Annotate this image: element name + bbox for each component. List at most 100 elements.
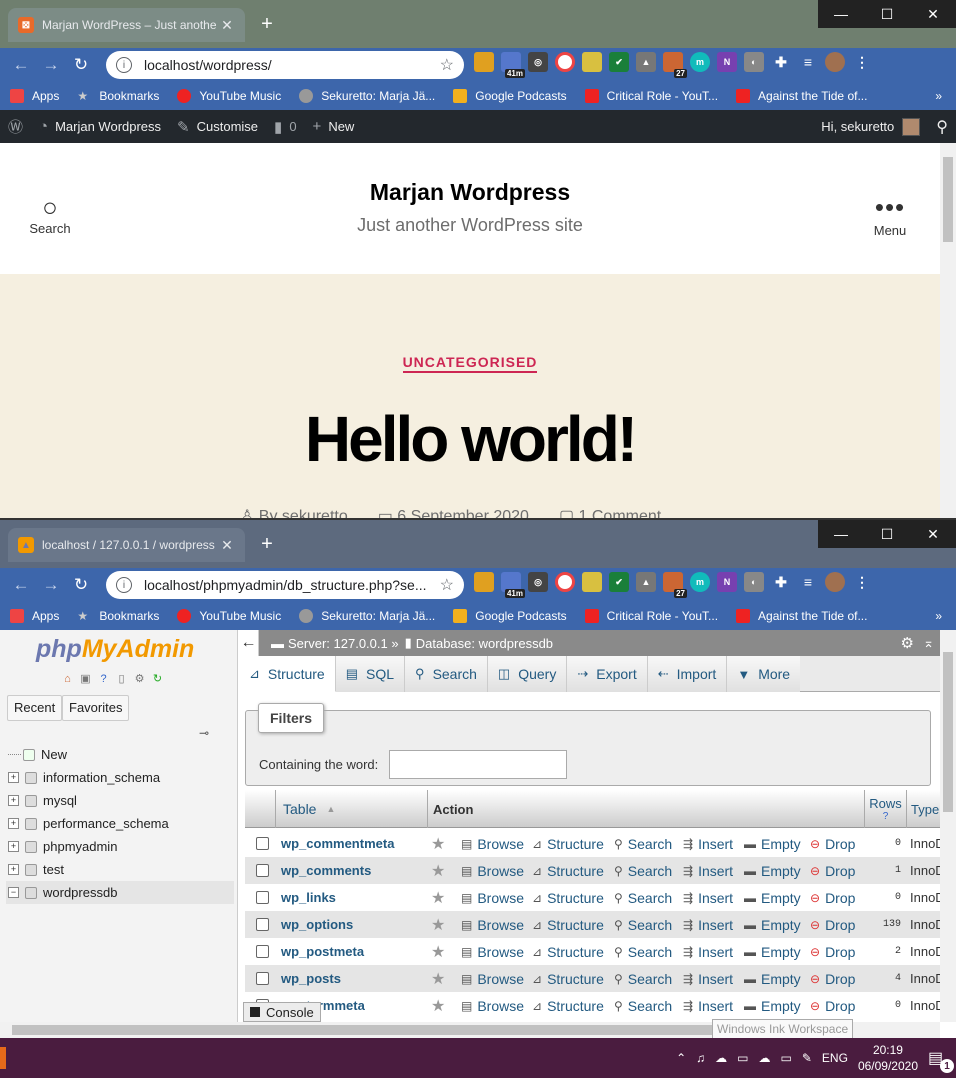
drive-extension-icon[interactable] <box>582 52 602 72</box>
home-icon[interactable]: ⌂ <box>60 671 75 686</box>
wp-menu-toggle[interactable]: ••• Menu <box>868 194 912 238</box>
expand-icon[interactable]: + <box>8 795 19 806</box>
drive-extension-icon[interactable] <box>582 572 602 592</box>
action-empty[interactable]: ▬ Empty <box>744 971 801 987</box>
action-empty[interactable]: ▬ Empty <box>744 890 801 906</box>
bookmark-star-icon[interactable]: ☆ <box>440 575 454 595</box>
row-checkbox[interactable] <box>256 972 269 985</box>
action-drop[interactable]: ⊖ Drop <box>810 944 855 960</box>
favorites-button[interactable]: Favorites <box>62 695 130 721</box>
lightbulb-extension-icon[interactable]: ◎ <box>528 572 548 592</box>
action-insert[interactable]: ⇶ Insert <box>683 971 733 987</box>
scrollbar-thumb[interactable] <box>943 157 953 242</box>
pma-logo[interactable]: phpMyAdmin <box>36 635 194 664</box>
action-browse[interactable]: ▤ Browse <box>461 971 524 987</box>
onenote-extension-icon[interactable]: N <box>717 572 737 592</box>
menu-kebab-icon[interactable]: ⋮ <box>852 572 872 592</box>
bookmark-sekuretto[interactable]: Sekuretto: Marja Jä... <box>299 89 435 103</box>
extension-icon[interactable] <box>474 572 494 592</box>
scrollbar-thumb[interactable] <box>12 1025 712 1035</box>
favorite-star-icon[interactable]: ★ <box>431 915 445 935</box>
action-browse[interactable]: ▤ Browse <box>461 944 524 960</box>
minimize-button[interactable]: — <box>818 520 864 548</box>
action-empty[interactable]: ▬ Empty <box>744 998 801 1014</box>
row-checkbox[interactable] <box>256 837 269 850</box>
favorite-star-icon[interactable]: ★ <box>431 888 445 908</box>
action-search[interactable]: ⚲ Search <box>614 917 672 933</box>
action-empty[interactable]: ▬ Empty <box>744 836 801 852</box>
favorite-star-icon[interactable]: ★ <box>431 834 445 854</box>
action-search[interactable]: ⚲ Search <box>614 890 672 906</box>
expand-icon[interactable]: + <box>8 864 19 875</box>
forward-icon[interactable]: → <box>36 55 66 75</box>
media-control-icon[interactable]: ≡ <box>798 52 818 72</box>
collapse-icon[interactable]: − <box>8 887 19 898</box>
gear-icon[interactable]: ⚙ <box>901 634 914 652</box>
console-toggle[interactable]: Console <box>243 1002 321 1022</box>
category-link[interactable]: UNCATEGORISED <box>402 354 538 373</box>
profile-avatar[interactable] <box>825 572 845 592</box>
bookmark-against-the-tide[interactable]: Against the Tide of... <box>736 89 867 103</box>
m-extension-icon[interactable]: m <box>690 572 710 592</box>
tree-item-test[interactable]: + test <box>6 858 234 881</box>
action-browse[interactable]: ▤ Browse <box>461 998 524 1014</box>
filter-input[interactable] <box>389 750 567 779</box>
info-icon[interactable]: i <box>116 57 132 73</box>
action-structure[interactable]: ⊿ Structure <box>532 836 604 852</box>
action-insert[interactable]: ⇶ Insert <box>683 998 733 1014</box>
browser-tab[interactable]: ⊠ Marjan WordPress – Just anothe ✕ <box>8 8 245 42</box>
browser-tab[interactable]: ▲ localhost / 127.0.0.1 / wordpress ✕ <box>8 528 245 562</box>
action-drop[interactable]: ⊖ Drop <box>810 971 855 987</box>
action-insert[interactable]: ⇶ Insert <box>683 863 733 879</box>
tree-item-wordpressdb[interactable]: − wordpressdb <box>6 881 234 904</box>
taskbar-app-icon[interactable] <box>0 1047 6 1069</box>
recent-button[interactable]: Recent <box>7 695 63 721</box>
col-table[interactable]: Table ▲ <box>275 790 425 828</box>
record-extension-icon[interactable] <box>555 572 575 592</box>
action-drop[interactable]: ⊖ Drop <box>810 998 855 1014</box>
address-bar[interactable]: i localhost/wordpress/ ☆ <box>106 51 464 79</box>
action-search[interactable]: ⚲ Search <box>614 836 672 852</box>
tab-query[interactable]: ◫ Query <box>487 656 568 692</box>
pen-workspace-icon[interactable]: ✎ <box>802 1051 812 1065</box>
bookmark-against-the-tide[interactable]: Against the Tide of... <box>736 609 867 623</box>
wp-customise-link[interactable]: ✎ Customise <box>169 110 266 143</box>
breadcrumb-server[interactable]: Server: 127.0.0.1 » <box>288 636 399 651</box>
help-icon[interactable]: ? <box>96 671 111 686</box>
bookmark-google-podcasts[interactable]: Google Podcasts <box>453 89 567 103</box>
info-icon[interactable]: i <box>116 577 132 593</box>
lightbulb-extension-icon[interactable]: ◎ <box>528 52 548 72</box>
action-empty[interactable]: ▬ Empty <box>744 863 801 879</box>
notification-icon[interactable]: ▤ 1 <box>928 1048 954 1073</box>
action-insert[interactable]: ⇶ Insert <box>683 836 733 852</box>
action-insert[interactable]: ⇶ Insert <box>683 944 733 960</box>
tree-item-performance-schema[interactable]: + performance_schema <box>6 812 234 835</box>
bookmark-sekuretto[interactable]: Sekuretto: Marja Jä... <box>299 609 435 623</box>
action-drop[interactable]: ⊖ Drop <box>810 917 855 933</box>
help-icon[interactable]: ? <box>883 811 889 822</box>
expand-icon[interactable]: + <box>8 818 19 829</box>
settings-icon[interactable]: ⚙ <box>132 671 147 686</box>
action-insert[interactable]: ⇶ Insert <box>683 917 733 933</box>
close-tab-icon[interactable]: ✕ <box>219 17 235 34</box>
wp-account-menu[interactable]: Hi, sekuretto <box>813 110 928 143</box>
tree-item-information-schema[interactable]: + information_schema <box>6 766 234 789</box>
close-window-button[interactable]: ✕ <box>910 520 956 548</box>
row-checkbox[interactable] <box>256 918 269 931</box>
maximize-button[interactable]: ☐ <box>864 520 910 548</box>
back-icon[interactable]: ← <box>6 575 36 595</box>
action-browse[interactable]: ▤ Browse <box>461 863 524 879</box>
menu-kebab-icon[interactable]: ⋮ <box>852 52 872 72</box>
onedrive-icon[interactable]: ☁ <box>715 1051 727 1065</box>
table-name-link[interactable]: wp_commentmeta <box>281 836 394 851</box>
action-search[interactable]: ⚲ Search <box>614 998 672 1014</box>
action-browse[interactable]: ▤ Browse <box>461 836 524 852</box>
table-name-link[interactable]: wp_options <box>281 917 353 932</box>
todo-extension-icon[interactable]: 27 <box>663 52 687 78</box>
drive-icon[interactable]: ▲ <box>636 572 656 592</box>
reload-icon[interactable]: ↻ <box>66 575 96 595</box>
row-checkbox[interactable] <box>256 891 269 904</box>
bookmark-youtube-music[interactable]: YouTube Music <box>177 609 281 623</box>
site-title[interactable]: Marjan Wordpress <box>0 179 940 206</box>
media-control-icon[interactable]: ≡ <box>798 572 818 592</box>
